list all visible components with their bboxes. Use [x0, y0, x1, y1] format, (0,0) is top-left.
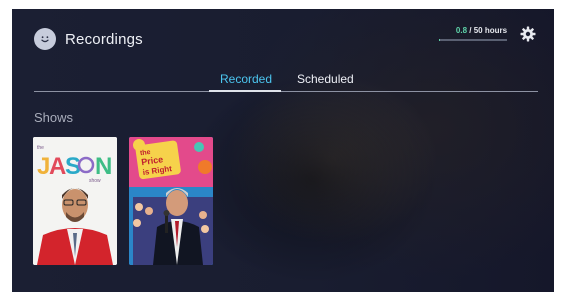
tab-scheduled[interactable]: Scheduled	[297, 72, 354, 86]
show-card-the-jason-show[interactable]: the J A S N show	[33, 137, 117, 265]
storage-bar-fill	[439, 39, 441, 41]
tv-screen: Recordings 0.8 / 50 hours Recorded Sched…	[12, 9, 554, 292]
tab-divider	[34, 91, 538, 92]
storage-text: 0.8 / 50 hours	[439, 26, 524, 35]
the-price-is-right-artwork: the Price is Right	[129, 137, 213, 265]
header: Recordings	[34, 28, 143, 50]
show-card-the-price-is-right[interactable]: the Price is Right	[129, 137, 213, 265]
storage-bar	[439, 39, 507, 41]
svg-text:N: N	[95, 153, 112, 180]
svg-text:A: A	[49, 153, 66, 180]
page-title: Recordings	[65, 30, 143, 48]
shows-heading: Shows	[34, 110, 74, 125]
tab-recorded[interactable]: Recorded	[220, 72, 272, 86]
smiley-avatar-icon[interactable]	[34, 28, 56, 50]
svg-text:show: show	[89, 178, 101, 184]
storage-indicator: 0.8 / 50 hours	[439, 26, 524, 41]
storage-used: 0.8	[455, 26, 468, 35]
tab-bar: Recorded Scheduled	[12, 72, 554, 92]
storage-total: / 50 hours	[469, 26, 508, 35]
the-jason-show-artwork: the J A S N show	[33, 137, 117, 265]
active-tab-indicator	[209, 90, 281, 92]
svg-text:the: the	[37, 145, 44, 151]
gear-icon[interactable]	[520, 26, 536, 42]
